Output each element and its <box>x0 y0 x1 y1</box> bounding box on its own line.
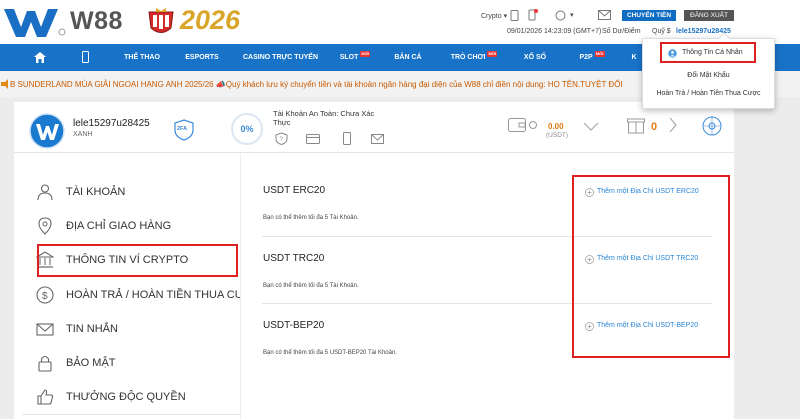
envelope-icon <box>36 323 54 336</box>
language-chevron-icon[interactable]: ▾ <box>570 11 574 19</box>
wallet-note-erc20: Bạn có thể thêm tối đa 5 Tài Khoản. <box>263 215 359 221</box>
sidebar-item-exclusive-bonus[interactable]: THƯỞNG ĐỘC QUYỀN <box>22 382 240 412</box>
nav-item-games[interactable]: TRÒ CHƠIMỚI <box>450 44 498 71</box>
w88-logo-icon[interactable] <box>2 5 68 39</box>
language-icon[interactable] <box>555 10 566 21</box>
sidebar-item-account[interactable]: TÀI KHOẢN <box>22 177 240 207</box>
megaphone-icon <box>0 78 9 90</box>
year-badge: 2026 <box>180 5 241 35</box>
phone-verify-icon[interactable] <box>343 132 351 145</box>
sidebar-item-label: BẢO MẬT <box>66 357 116 369</box>
sidebar-item-label: ĐỊA CHỈ GIAO HÀNG <box>66 220 172 232</box>
wallet-unit: (USDT) <box>546 132 569 139</box>
gift-icon[interactable] <box>627 116 645 134</box>
mobile-app-icon[interactable] <box>526 9 538 21</box>
logout-button[interactable]: ĐĂNG XUẤT <box>684 10 734 21</box>
brand-name: W88 <box>70 7 123 35</box>
new-badge: MỚI <box>487 51 498 57</box>
user-icon <box>37 184 53 201</box>
mail-icon[interactable] <box>598 10 611 20</box>
sidebar-divider <box>22 414 240 415</box>
wheel-icon[interactable] <box>702 116 722 136</box>
sidebar-item-label: TIN NHẮN <box>66 323 118 335</box>
wallet-note-trc20: Bạn có thể thêm tối đa 5 Tài Khoản. <box>263 283 359 289</box>
dropdown-item-profile[interactable]: Thông Tin Cá Nhân <box>660 42 756 63</box>
wallet-balance: 0.00 <box>548 122 564 131</box>
sidebar-item-label: HOÀN TRẢ / HOÀN TIỀN THUA CƯỢC <box>66 289 262 301</box>
sidebar-item-label: TÀI KHOẢN <box>66 186 126 198</box>
wallet-note-bep20: Bạn có thể thêm tối đa 5 USDT-BEP20 Tài … <box>263 350 397 356</box>
balance-label[interactable]: Số Dư/Điểm <box>602 28 641 35</box>
info-icon[interactable] <box>529 121 537 129</box>
nav-item-sports[interactable]: THỂ THAO <box>122 44 162 71</box>
add-bep20-label: Thêm một Địa Chỉ USDT-BEP20 <box>597 322 699 329</box>
home-icon[interactable] <box>34 52 46 63</box>
svg-text:?: ? <box>280 137 284 143</box>
datetime: 09/01/2026 14:23:09 (GMT+7) <box>507 28 602 35</box>
nav-item-p2p[interactable]: P2PMỚI <box>576 44 608 71</box>
nav-item-slot[interactable]: SLOTMỚI <box>335 44 375 71</box>
lock-icon <box>38 355 52 372</box>
currency-select[interactable]: Crypto ▾ <box>481 12 507 20</box>
user-name: lele15297u28425 <box>73 118 150 129</box>
nav-item-fishing[interactable]: BẮN CÁ <box>392 44 424 71</box>
sidebar-item-address[interactable]: ĐỊA CHỈ GIAO HÀNG <box>22 211 240 241</box>
sidebar-item-label: THƯỞNG ĐỘC QUYỀN <box>66 391 186 403</box>
thumbs-up-icon <box>37 389 54 405</box>
bank-icon <box>36 251 54 268</box>
phone-icon[interactable] <box>510 10 519 21</box>
sidebar-item-security[interactable]: BẢO MẬT <box>22 348 240 378</box>
security-status: Tài Khoản An Toàn: Chưa Xác Thực <box>273 109 375 127</box>
location-pin-icon <box>38 217 52 235</box>
plus-circle-icon <box>585 255 594 264</box>
wallet-title-bep20: USDT-BEP20 <box>263 320 325 331</box>
sidebar-item-messages[interactable]: TIN NHẮN <box>22 314 240 344</box>
twofa-label: 2FA <box>177 126 188 132</box>
wallet-title-erc20: USDT ERC20 <box>263 185 326 196</box>
currency-label: Crypto <box>481 13 502 20</box>
dollar-coin-icon: $ <box>36 286 54 304</box>
nav-item-casino[interactable]: CASINO TRỰC TUYẾN <box>243 44 318 71</box>
chevron-down-icon[interactable] <box>583 122 599 131</box>
gift-count: 0 <box>651 121 658 133</box>
section-divider <box>262 236 712 237</box>
wallet-icon[interactable] <box>508 118 526 132</box>
nav-item-lottery[interactable]: XỔ SỐ <box>520 44 550 71</box>
dropdown-item-change-password[interactable]: Đổi Mật Khẩu <box>642 72 775 79</box>
sunderland-crest-icon <box>148 8 174 33</box>
mobile-nav-icon[interactable] <box>82 51 89 63</box>
avatar[interactable] <box>29 113 65 149</box>
security-percent: 0% <box>240 124 254 134</box>
announcement-text: B SUNDERLAND MÙA GIẢI NGOẠI HẠNG ANH 202… <box>10 80 623 89</box>
sidebar-item-label: THÔNG TIN VÍ CRYPTO <box>66 254 189 266</box>
nav-item-esports[interactable]: ESPORTS <box>182 44 222 71</box>
sidebar-item-crypto-wallet[interactable]: THÔNG TIN VÍ CRYPTO <box>22 245 240 275</box>
add-erc20-label: Thêm một Địa Chỉ USDT ERC20 <box>597 188 699 195</box>
wallet-title-trc20: USDT TRC20 <box>263 253 325 264</box>
new-badge: MỚI <box>360 51 371 57</box>
dropdown-item-rebate[interactable]: Hoàn Trả / Hoàn Tiền Thua Cược <box>642 90 775 97</box>
plus-circle-icon <box>585 188 594 197</box>
chevron-right-icon[interactable] <box>669 117 677 133</box>
email-verify-icon[interactable] <box>371 134 384 144</box>
card-icon[interactable] <box>306 134 320 144</box>
svg-text:$: $ <box>42 291 48 302</box>
dropdown-item-label: Thông Tin Cá Nhân <box>682 49 743 56</box>
vip-tier: XANH <box>73 131 93 138</box>
nav-item-more[interactable]: K <box>629 44 639 71</box>
profile-icon <box>668 49 677 58</box>
new-badge: MỚI <box>594 51 605 57</box>
question-shield-icon[interactable]: ? <box>275 132 288 145</box>
fund-label[interactable]: Quỹ $ <box>652 28 671 35</box>
plus-circle-icon <box>585 322 594 331</box>
section-divider <box>262 303 712 304</box>
sidebar-item-rebate[interactable]: $ HOÀN TRẢ / HOÀN TIỀN THUA CƯỢC <box>22 280 261 310</box>
add-trc20-label: Thêm một Địa Chỉ USDT TRC20 <box>597 255 699 262</box>
transfer-button[interactable]: CHUYỂN TIỀN <box>622 10 676 21</box>
